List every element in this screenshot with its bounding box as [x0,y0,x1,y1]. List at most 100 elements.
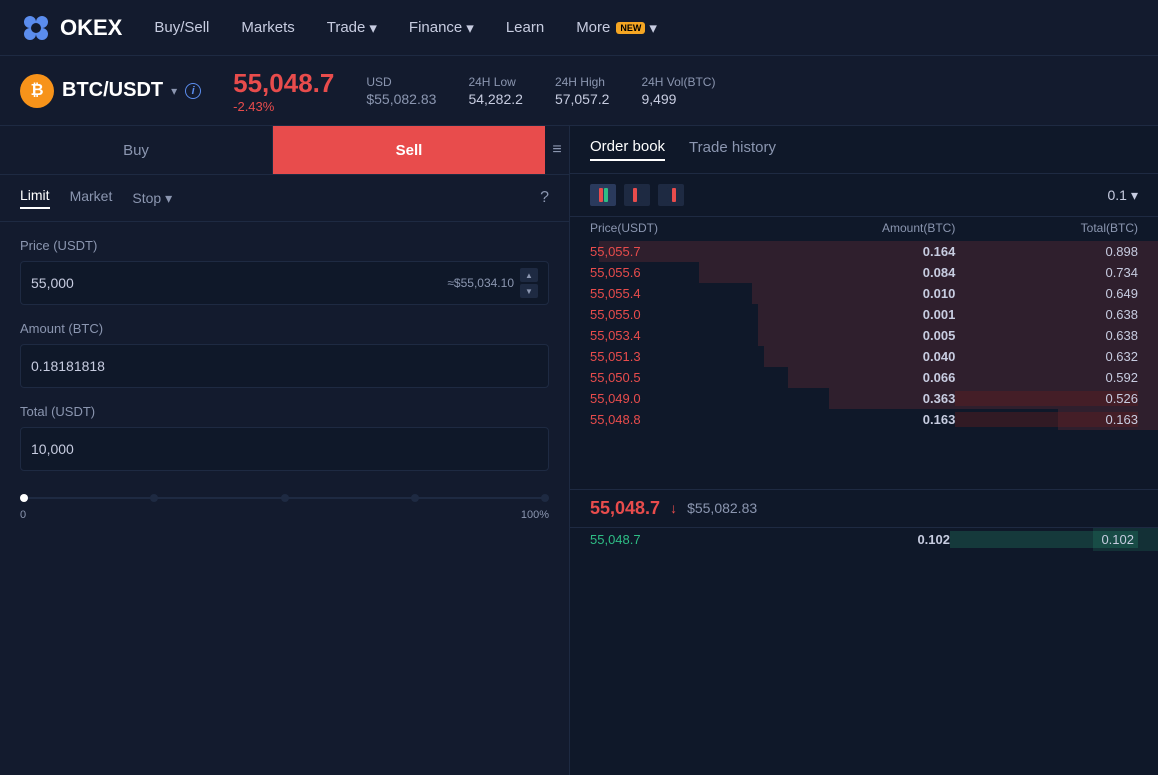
ticker-high: 24H High 57,057.2 [555,75,610,107]
order-type-market[interactable]: Market [70,188,113,208]
slider-thumb[interactable] [20,494,28,502]
slider-min-label: 0 [20,509,26,521]
sell-price-8: 55,048.8 [590,412,773,427]
ticker-usd: USD $55,082.83 [366,75,436,107]
nav-learn[interactable]: Learn [506,19,544,36]
sell-total-7: 0.526 [955,391,1138,406]
ob-precision[interactable]: 0.1 ▾ [1108,187,1139,204]
sell-row-0[interactable]: 55,055.7 0.164 0.898 [570,241,1158,262]
sell-row-7[interactable]: 55,049.0 0.363 0.526 [570,388,1158,409]
buy-row-0[interactable]: 55,048.7 0.102 0.102 [570,528,1158,551]
sell-amount-7: 0.363 [773,391,956,406]
sell-row-3[interactable]: 55,055.0 0.001 0.638 [570,304,1158,325]
order-form: Price (USDT) ≈$55,034.10 ▲ ▼ Amount (BTC… [0,222,569,537]
buy-price-0: 55,048.7 [590,532,770,547]
sell-amount-3: 0.001 [773,307,956,322]
buy-tab[interactable]: Buy [0,126,272,174]
sell-total-4: 0.638 [955,328,1138,343]
sell-row-6[interactable]: 55,050.5 0.066 0.592 [570,367,1158,388]
price-input[interactable] [31,275,447,291]
amount-input-wrapper [20,344,549,388]
mid-price-value: 55,048.7 [590,498,660,519]
slider-dot-100 [541,494,549,502]
pair-name: BTC/USDT [62,79,163,102]
sell-row-5[interactable]: 55,051.3 0.040 0.632 [570,346,1158,367]
sell-total-0: 0.898 [955,244,1138,259]
sell-total-8: 0.163 [955,412,1138,427]
view-buy-btn[interactable] [658,184,684,206]
nav-trade[interactable]: Trade ▾ [327,19,377,37]
sell-row-4[interactable]: 55,053.4 0.005 0.638 [570,325,1158,346]
low-value: 54,282.2 [468,91,523,107]
sell-amount-1: 0.084 [773,265,956,280]
amount-label: Amount (BTC) [20,321,549,336]
nav-more[interactable]: More NEW ▾ [576,19,657,37]
logo[interactable]: OKEX [20,12,122,44]
sell-amount-0: 0.164 [773,244,956,259]
slider-dot-50 [281,494,289,502]
slider-wrapper[interactable] [20,491,549,505]
vol-label: 24H Vol(BTC) [641,75,715,89]
more-chevron-icon: ▾ [649,19,657,37]
ticker-bar: ₿ BTC/USDT ▾ i 55,048.7 -2.43% USD $55,0… [0,56,1158,126]
order-type-stop[interactable]: Stop ▾ [132,190,172,207]
price-input-wrapper: ≈$55,034.10 ▲ ▼ [20,261,549,305]
view-buy-empty [667,188,671,202]
nav-markets[interactable]: Markets [241,19,294,36]
view-sell-btn[interactable] [624,184,650,206]
total-label: Total (USDT) [20,404,549,419]
slider-dot-75 [411,494,419,502]
ob-controls: 0.1 ▾ [570,174,1158,217]
tab-orderbook[interactable]: Order book [590,138,665,161]
price-approx: ≈$55,034.10 [447,276,514,290]
mid-usd-value: $55,082.83 [687,500,757,516]
ob-header-tabs: Order book Trade history [570,126,1158,174]
btc-icon: ₿ [20,74,54,108]
view-sell-empty [638,188,642,202]
sell-price-5: 55,051.3 [590,349,773,364]
sell-amount-5: 0.040 [773,349,956,364]
sell-total-2: 0.649 [955,286,1138,301]
info-icon[interactable]: i [185,83,201,99]
tab-menu-icon: ≡ [552,141,561,159]
amount-input[interactable] [31,358,538,374]
order-type-limit[interactable]: Limit [20,187,50,209]
sell-price-1: 55,055.6 [590,265,773,280]
price-block: 55,048.7 -2.43% [233,68,334,114]
total-group: Total (USDT) [20,404,549,471]
ticker-low: 24H Low 54,282.2 [468,75,523,107]
sell-row-1[interactable]: 55,055.6 0.084 0.734 [570,262,1158,283]
slider-dots [20,494,549,502]
vol-value: 9,499 [641,91,715,107]
total-input-wrapper [20,427,549,471]
sell-price-0: 55,055.7 [590,244,773,259]
nav-buysell[interactable]: Buy/Sell [154,19,209,36]
sell-total-6: 0.592 [955,370,1138,385]
help-icon[interactable]: ? [540,189,549,207]
sell-price-3: 55,055.0 [590,307,773,322]
ticker-pair[interactable]: ₿ BTC/USDT ▾ i [20,74,201,108]
stop-chevron-icon: ▾ [165,190,172,207]
sell-row-8[interactable]: 55,048.8 0.163 0.163 [570,409,1158,430]
sell-total-5: 0.632 [955,349,1138,364]
total-input[interactable] [31,441,538,457]
price-decrement-btn[interactable]: ▼ [520,284,538,298]
view-green-bar [604,188,608,202]
ticker-price: 55,048.7 [233,68,334,99]
sell-amount-2: 0.010 [773,286,956,301]
usd-value: $55,082.83 [366,91,436,107]
col-total-header: Total(BTC) [955,221,1138,235]
sell-row-2[interactable]: 55,055.4 0.010 0.649 [570,283,1158,304]
pair-chevron-icon: ▾ [171,84,177,98]
nav-finance[interactable]: Finance ▾ [409,19,474,37]
price-increment-btn[interactable]: ▲ [520,268,538,282]
ticker-vol: 24H Vol(BTC) 9,499 [641,75,715,107]
view-both-btn[interactable] [590,184,616,206]
col-price-header: Price(USDT) [590,221,773,235]
precision-chevron-icon: ▾ [1131,187,1138,204]
trade-chevron-icon: ▾ [369,19,377,37]
view-buy-bar [672,188,676,202]
tab-options[interactable]: ≡ [545,126,569,174]
tab-tradehistory[interactable]: Trade history [689,139,776,160]
sell-tab[interactable]: Sell [273,126,545,174]
